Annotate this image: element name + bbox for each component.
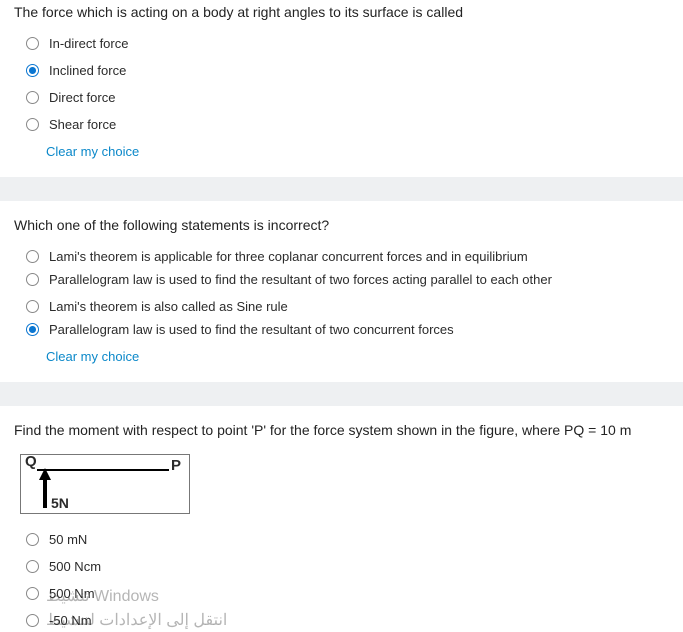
radio-icon <box>26 587 39 600</box>
option-label: 500 Ncm <box>49 559 101 574</box>
radio-icon <box>26 91 39 104</box>
option-label: Lami's theorem is also called as Sine ru… <box>49 299 288 314</box>
clear-choice-link[interactable]: Clear my choice <box>26 349 669 364</box>
option-direct-force[interactable]: Direct force <box>26 90 669 105</box>
option-parallelogram-concurrent[interactable]: Parallelogram law is used to find the re… <box>26 322 669 337</box>
options-group: 50 mN 500 Ncm تنشيط Windows انتقل إلى ال… <box>14 532 669 628</box>
radio-icon <box>26 323 39 336</box>
radio-icon <box>26 533 39 546</box>
figure-point-p: P <box>171 457 181 474</box>
option-label: 500 Nm <box>49 586 95 601</box>
arrow-up-icon <box>39 468 51 480</box>
figure-force-arrow <box>43 468 51 508</box>
radio-icon <box>26 118 39 131</box>
option-lami-equilibrium[interactable]: Lami's theorem is applicable for three c… <box>26 249 669 264</box>
option-label: Parallelogram law is used to find the re… <box>49 272 552 287</box>
question-3: Find the moment with respect to point 'P… <box>0 406 683 632</box>
figure-point-q: Q <box>25 453 37 470</box>
figure-bar <box>37 469 169 471</box>
option-label: Lami's theorem is applicable for three c… <box>49 249 528 264</box>
option-500nm[interactable]: 500 Nm <box>26 586 669 601</box>
option-lami-sine-rule[interactable]: Lami's theorem is also called as Sine ru… <box>26 299 669 314</box>
clear-choice-link[interactable]: Clear my choice <box>26 144 669 159</box>
radio-icon <box>26 560 39 573</box>
figure-force-label: 5N <box>51 495 69 511</box>
options-group: Lami's theorem is applicable for three c… <box>14 249 669 364</box>
option-parallelogram-parallel[interactable]: Parallelogram law is used to find the re… <box>26 272 669 287</box>
arrow-shaft <box>43 480 47 508</box>
watermark-overlay-area: تنشيط Windows انتقل إلى الإعدادات لتنشيط… <box>26 586 669 628</box>
option-indirect-force[interactable]: In-direct force <box>26 36 669 51</box>
radio-icon <box>26 250 39 263</box>
question-text: Find the moment with respect to point 'P… <box>14 408 669 438</box>
force-figure: Q P 5N <box>20 454 190 514</box>
option-label: 50 mN <box>49 532 87 547</box>
question-text: Which one of the following statements is… <box>14 203 669 233</box>
option-minus-50nm[interactable]: -50 Nm <box>26 613 669 628</box>
option-label: Parallelogram law is used to find the re… <box>49 322 454 337</box>
question-2: Which one of the following statements is… <box>0 201 683 382</box>
question-text: The force which is acting on a body at r… <box>14 2 669 20</box>
option-label: Shear force <box>49 117 116 132</box>
option-500ncm[interactable]: 500 Ncm <box>26 559 669 574</box>
question-1: The force which is acting on a body at r… <box>0 0 683 177</box>
option-label: Inclined force <box>49 63 126 78</box>
radio-icon <box>26 64 39 77</box>
option-label: In-direct force <box>49 36 128 51</box>
option-shear-force[interactable]: Shear force <box>26 117 669 132</box>
options-group: In-direct force Inclined force Direct fo… <box>14 36 669 159</box>
radio-icon <box>26 273 39 286</box>
option-inclined-force[interactable]: Inclined force <box>26 63 669 78</box>
option-50mn[interactable]: 50 mN <box>26 532 669 547</box>
radio-icon <box>26 614 39 627</box>
option-label: -50 Nm <box>49 613 92 628</box>
radio-icon <box>26 300 39 313</box>
radio-icon <box>26 37 39 50</box>
option-label: Direct force <box>49 90 115 105</box>
